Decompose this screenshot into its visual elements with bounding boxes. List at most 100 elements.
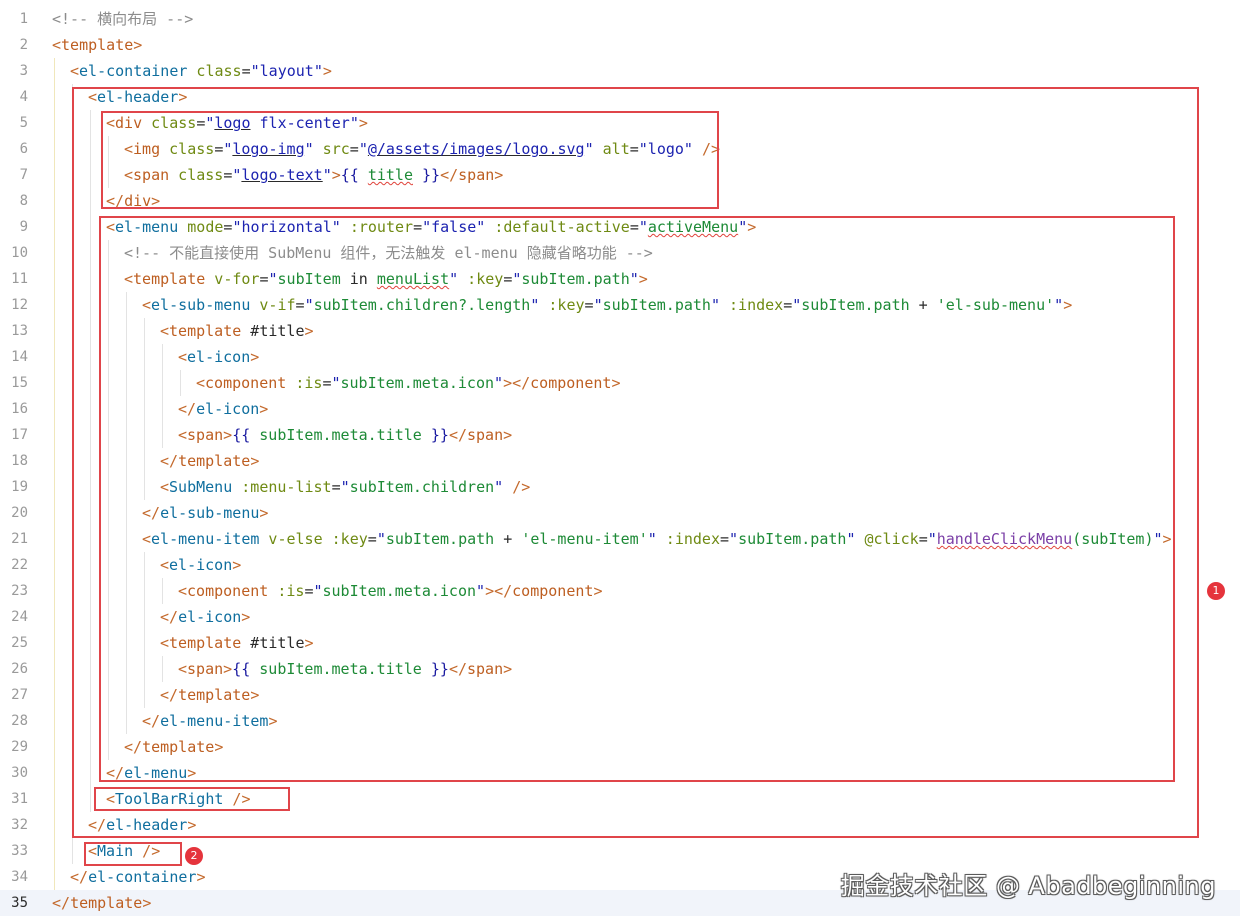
- code-line[interactable]: 30 </el-menu>: [0, 760, 1240, 786]
- code-token: :default-active: [485, 218, 630, 236]
- code-line[interactable]: 31 <ToolBarRight />: [0, 786, 1240, 812]
- code-token: =: [584, 296, 594, 314]
- indent-guide: [90, 474, 91, 500]
- indent-guide: [54, 786, 55, 812]
- code-line[interactable]: 18 </template>: [0, 448, 1240, 474]
- code-token: >: [593, 582, 603, 600]
- code-token: />: [133, 842, 161, 860]
- code-line[interactable]: 9 <el-menu mode="horizontal" :router="fal…: [0, 214, 1240, 240]
- indent-guide: [72, 214, 73, 240]
- line-number: 3: [19, 63, 28, 79]
- code-token: v-else: [259, 530, 323, 548]
- code-token: <!-- 不能直接使用 SubMenu 组件，无法触发 el-menu 隐藏省略…: [124, 244, 653, 262]
- code-token: ": [629, 270, 639, 288]
- indent-guide: [144, 578, 145, 604]
- indent-guide: [54, 630, 55, 656]
- indent-guide: [126, 500, 127, 526]
- code-line[interactable]: 12 <el-sub-menu v-if="subItem.children?.l…: [0, 292, 1240, 318]
- code-line[interactable]: 1 <!-- 横向布局 -->: [0, 6, 1240, 32]
- line-number: 5: [19, 115, 28, 131]
- code-line[interactable]: 27 </template>: [0, 682, 1240, 708]
- code-token: (subItem): [1072, 530, 1154, 548]
- code-line[interactable]: 23 <component :is="subItem.meta.icon"></c…: [0, 578, 1240, 604]
- code-line[interactable]: 17 <span>{{ subItem.meta.title }}</span>: [0, 422, 1240, 448]
- code-token: ": [449, 270, 459, 288]
- code-token: </: [52, 894, 71, 912]
- indent-guide: [54, 396, 55, 422]
- code-token: subItem.children?.length: [313, 296, 531, 314]
- code-line[interactable]: 5 <div class="logo flx-center">: [0, 110, 1240, 136]
- code-editor[interactable]: 1 <!-- 横向布局 --> 2 <template> 3 <el-container …: [0, 6, 1240, 916]
- code-token: <: [196, 374, 206, 392]
- code-token: <: [178, 582, 188, 600]
- code-token: >: [214, 738, 224, 756]
- line-number: 19: [11, 479, 28, 495]
- code-token: el-header: [106, 816, 188, 834]
- code-line[interactable]: 22 <el-icon>: [0, 552, 1240, 578]
- code-text: </template>: [160, 682, 259, 708]
- code-token: </: [160, 608, 179, 626]
- code-token: subItem.path: [385, 530, 495, 548]
- indent-guide: [54, 604, 55, 630]
- indent-guide: [72, 630, 73, 656]
- code-text: </el-menu>: [106, 760, 196, 786]
- indent-guide: [72, 552, 73, 578]
- code-line[interactable]: 6 <img class="logo-img" src="@/assets/ima…: [0, 136, 1240, 162]
- code-line[interactable]: 11 <template v-for="subItem in menuList" …: [0, 266, 1240, 292]
- indent-guide: [144, 682, 145, 708]
- code-token: class: [142, 114, 197, 132]
- code-token: template: [178, 452, 251, 470]
- indent-guide: [54, 708, 55, 734]
- code-line[interactable]: 29 </template>: [0, 734, 1240, 760]
- indent-guide: [72, 656, 73, 682]
- code-text: <img class="logo-img" src="@/assets/imag…: [124, 136, 720, 162]
- code-token: =: [918, 530, 928, 548]
- code-text: <el-icon>: [160, 552, 241, 578]
- code-line[interactable]: 14 <el-icon>: [0, 344, 1240, 370]
- indent-guide: [144, 656, 145, 682]
- code-line[interactable]: 28 </el-menu-item>: [0, 708, 1240, 734]
- code-line[interactable]: 10 <!-- 不能直接使用 SubMenu 组件，无法触发 el-menu 隐藏…: [0, 240, 1240, 266]
- code-token: :is: [286, 374, 323, 392]
- code-line[interactable]: 4 <el-header>: [0, 84, 1240, 110]
- code-token: =: [214, 140, 224, 158]
- code-text: <span>{{ subItem.meta.title }}</span>: [178, 656, 512, 682]
- indent-guide: [144, 604, 145, 630]
- indent-guide: [54, 526, 55, 552]
- code-line[interactable]: 13 <template #title>: [0, 318, 1240, 344]
- code-token: >: [178, 88, 188, 106]
- line-number: 11: [11, 271, 28, 287]
- code-line[interactable]: 16 </el-icon>: [0, 396, 1240, 422]
- indent-guide: [72, 292, 73, 318]
- indent-guide: [72, 760, 73, 786]
- indent-guide: [54, 266, 55, 292]
- code-line[interactable]: 15 <component :is="subItem.meta.icon"></c…: [0, 370, 1240, 396]
- line-number: 10: [11, 245, 28, 261]
- indent-guide: [54, 500, 55, 526]
- indent-guide: [54, 864, 55, 890]
- code-token: =: [503, 270, 513, 288]
- indent-guide: [162, 656, 163, 682]
- code-line[interactable]: 24 </el-icon>: [0, 604, 1240, 630]
- code-line[interactable]: 19 <SubMenu :menu-list="subItem.children"…: [0, 474, 1240, 500]
- indent-guide: [54, 110, 55, 136]
- code-line[interactable]: 32 </el-header>: [0, 812, 1240, 838]
- code-line[interactable]: 8 </div>: [0, 188, 1240, 214]
- indent-guide: [72, 240, 73, 266]
- indent-guide: [108, 292, 109, 318]
- code-line[interactable]: 21 <el-menu-item v-else :key="subItem.pat…: [0, 526, 1240, 552]
- code-token: activeMenu: [647, 218, 739, 236]
- indent-guide: [72, 162, 73, 188]
- code-token: ": [494, 478, 504, 496]
- code-token: <: [106, 114, 116, 132]
- indent-guide: [108, 682, 109, 708]
- code-line[interactable]: 25 <template #title>: [0, 630, 1240, 656]
- code-line[interactable]: 2 <template>: [0, 32, 1240, 58]
- code-line[interactable]: 7 <span class="logo-text">{{ title }}</sp…: [0, 162, 1240, 188]
- indent-guide: [72, 812, 73, 838]
- line-number: 12: [11, 297, 28, 313]
- code-line[interactable]: 20 </el-sub-menu>: [0, 500, 1240, 526]
- code-line[interactable]: 3 <el-container class="layout">: [0, 58, 1240, 84]
- code-line[interactable]: 26 <span>{{ subItem.meta.title }}</span>: [0, 656, 1240, 682]
- code-token: >: [304, 634, 314, 652]
